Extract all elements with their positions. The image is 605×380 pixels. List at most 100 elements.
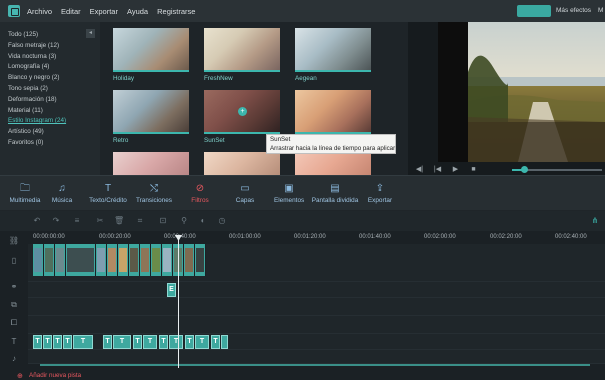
video-clip[interactable] <box>140 244 151 276</box>
video-clip[interactable] <box>66 244 96 276</box>
progress-knob[interactable] <box>521 166 528 173</box>
filter-thumbnail-sunset[interactable]: + <box>204 90 280 134</box>
crop-icon[interactable]: ⌗ <box>135 216 145 226</box>
text-clip[interactable]: T <box>43 335 52 349</box>
toolbar-transiciones-button[interactable]: ⤭ Transiciones <box>135 182 173 204</box>
category-item[interactable]: Favoritos (0) <box>0 138 100 149</box>
menu-ayuda[interactable]: Ayuda <box>127 7 148 16</box>
text-clip[interactable]: T <box>103 335 112 349</box>
menu-archivo[interactable]: Archivo <box>27 7 52 16</box>
toolbar-filtros-button[interactable]: ⊘ Filtros <box>186 182 214 204</box>
video-clip[interactable] <box>151 244 162 276</box>
text-clip[interactable] <box>221 335 228 349</box>
zoom-icon[interactable]: ⊡ <box>158 216 168 226</box>
filter-thumbnail-aegean[interactable] <box>295 28 371 72</box>
video-clip[interactable] <box>195 244 206 276</box>
toolbar-label: Elementos <box>274 197 305 204</box>
category-item[interactable]: Lomografía (4) <box>0 62 100 73</box>
preview-progress-bar[interactable] <box>512 166 602 173</box>
text-clip[interactable]: T <box>33 335 42 349</box>
add-filter-icon[interactable]: + <box>238 107 247 116</box>
step-back-icon[interactable]: |◀ <box>431 165 444 175</box>
skip-back-icon[interactable]: ◀| <box>413 165 426 175</box>
video-clip[interactable] <box>96 244 107 276</box>
text-clip[interactable]: T <box>63 335 72 349</box>
filter-thumbnail-retro[interactable] <box>113 90 189 134</box>
category-item-active[interactable]: Estilo Instagram (24) <box>0 116 100 127</box>
menu-registrarse[interactable]: Registrarse <box>157 7 195 16</box>
text-clip[interactable]: T <box>73 335 93 349</box>
video-track[interactable] <box>28 244 605 282</box>
text-clip[interactable]: T <box>53 335 62 349</box>
text-clip[interactable]: T <box>133 335 142 349</box>
toolbar-pantalla-dividida-button[interactable]: ▤ Pantalla dividida <box>311 182 359 204</box>
filter-thumbnail[interactable] <box>295 90 371 134</box>
playhead[interactable] <box>178 238 179 368</box>
toolbar-capas-button[interactable]: ▭ Capas <box>233 182 257 204</box>
menu-exportar[interactable]: Exportar <box>90 7 118 16</box>
text-clip[interactable]: T <box>113 335 131 349</box>
category-item[interactable]: Artístico (49) <box>0 127 100 138</box>
video-clip[interactable] <box>184 244 195 276</box>
category-item[interactable]: Material (11) <box>0 106 100 117</box>
category-item[interactable]: Vida nocturna (3) <box>0 52 100 63</box>
effect-clip[interactable]: E <box>167 283 176 297</box>
category-item[interactable]: Blanco y negro (2) <box>0 73 100 84</box>
video-clip[interactable] <box>33 244 44 276</box>
category-item[interactable]: Deformación (18) <box>0 95 100 106</box>
timeline-horizontal-scrollbar[interactable] <box>40 364 590 366</box>
text-track[interactable]: T T T T T T T T T T T T T T <box>28 334 605 350</box>
cut-icon[interactable]: ✂ <box>95 216 105 226</box>
video-clip[interactable] <box>107 244 118 276</box>
buy-button[interactable] <box>517 5 551 17</box>
filter-thumbnail[interactable] <box>204 152 280 175</box>
video-clip[interactable] <box>44 244 55 276</box>
delete-icon[interactable]: 🗑 <box>114 216 124 226</box>
filter-thumbnail-freshnew[interactable] <box>204 28 280 72</box>
more-effects-link[interactable]: Más efectos <box>556 7 591 14</box>
stop-icon[interactable]: ■ <box>467 165 480 175</box>
video-clip[interactable] <box>55 244 66 276</box>
collapse-panel-button[interactable]: ◂ <box>86 29 95 38</box>
add-track-button[interactable]: ⊕ Añadir nueva pista <box>17 372 81 380</box>
play-icon[interactable]: ▶ <box>449 165 462 175</box>
text-clip[interactable]: T <box>185 335 194 349</box>
music-track[interactable] <box>28 350 605 364</box>
toolbar-multimedia-button[interactable]: 🗀 Multimedia <box>8 182 42 204</box>
text-clip[interactable]: T <box>211 335 220 349</box>
tick-label: 00:01:20:00 <box>294 234 326 240</box>
text-clip[interactable]: T <box>195 335 209 349</box>
redo-icon[interactable]: ↷ <box>51 216 61 226</box>
snap-icon[interactable]: ⛓ <box>0 231 28 251</box>
video-clip[interactable] <box>162 244 173 276</box>
adjust-icon[interactable]: ≡ <box>72 216 82 226</box>
filter-thumbnail-holiday[interactable] <box>113 28 189 72</box>
toolbar-exportar-button[interactable]: ⇪ Exportar <box>366 182 394 204</box>
text-clip[interactable]: T <box>159 335 168 349</box>
filter-thumbnail[interactable] <box>295 152 371 175</box>
effect-track[interactable]: E <box>28 282 605 298</box>
text-clip[interactable]: T <box>143 335 157 349</box>
category-item[interactable]: Falso metraje (12) <box>0 41 100 52</box>
video-clip[interactable] <box>118 244 129 276</box>
pip-track[interactable] <box>28 316 605 334</box>
toolbar-musica-button[interactable]: ♫ Música <box>47 182 77 204</box>
menu-truncated-item[interactable]: M <box>598 7 603 14</box>
undo-icon[interactable]: ↶ <box>32 216 42 226</box>
menu-editar[interactable]: Editar <box>61 7 81 16</box>
video-clip[interactable] <box>129 244 140 276</box>
audio-icon[interactable]: ◐ <box>198 216 208 226</box>
toolbar-label: Filtros <box>191 197 209 204</box>
scrollbar-thumb[interactable] <box>40 364 590 366</box>
pin-icon[interactable]: ⚲ <box>179 216 189 226</box>
duration-icon[interactable]: ◷ <box>217 216 227 226</box>
filter-thumbnail[interactable] <box>113 152 189 175</box>
toolbar-texto-button[interactable]: T Texto/Crédito <box>86 182 130 204</box>
toolbar-elementos-button[interactable]: ▣ Elementos <box>274 182 304 204</box>
text-clip[interactable]: T <box>169 335 183 349</box>
category-item[interactable]: Todo (125) <box>0 30 100 41</box>
zoom-timeline-icon[interactable]: ⋔ <box>590 216 600 226</box>
overlay-track[interactable] <box>28 298 605 316</box>
category-item[interactable]: Tono sepia (2) <box>0 84 100 95</box>
timeline-ruler[interactable]: 00:00:00:00 00:00:20:00 00:00:40:00 00:0… <box>28 231 605 243</box>
